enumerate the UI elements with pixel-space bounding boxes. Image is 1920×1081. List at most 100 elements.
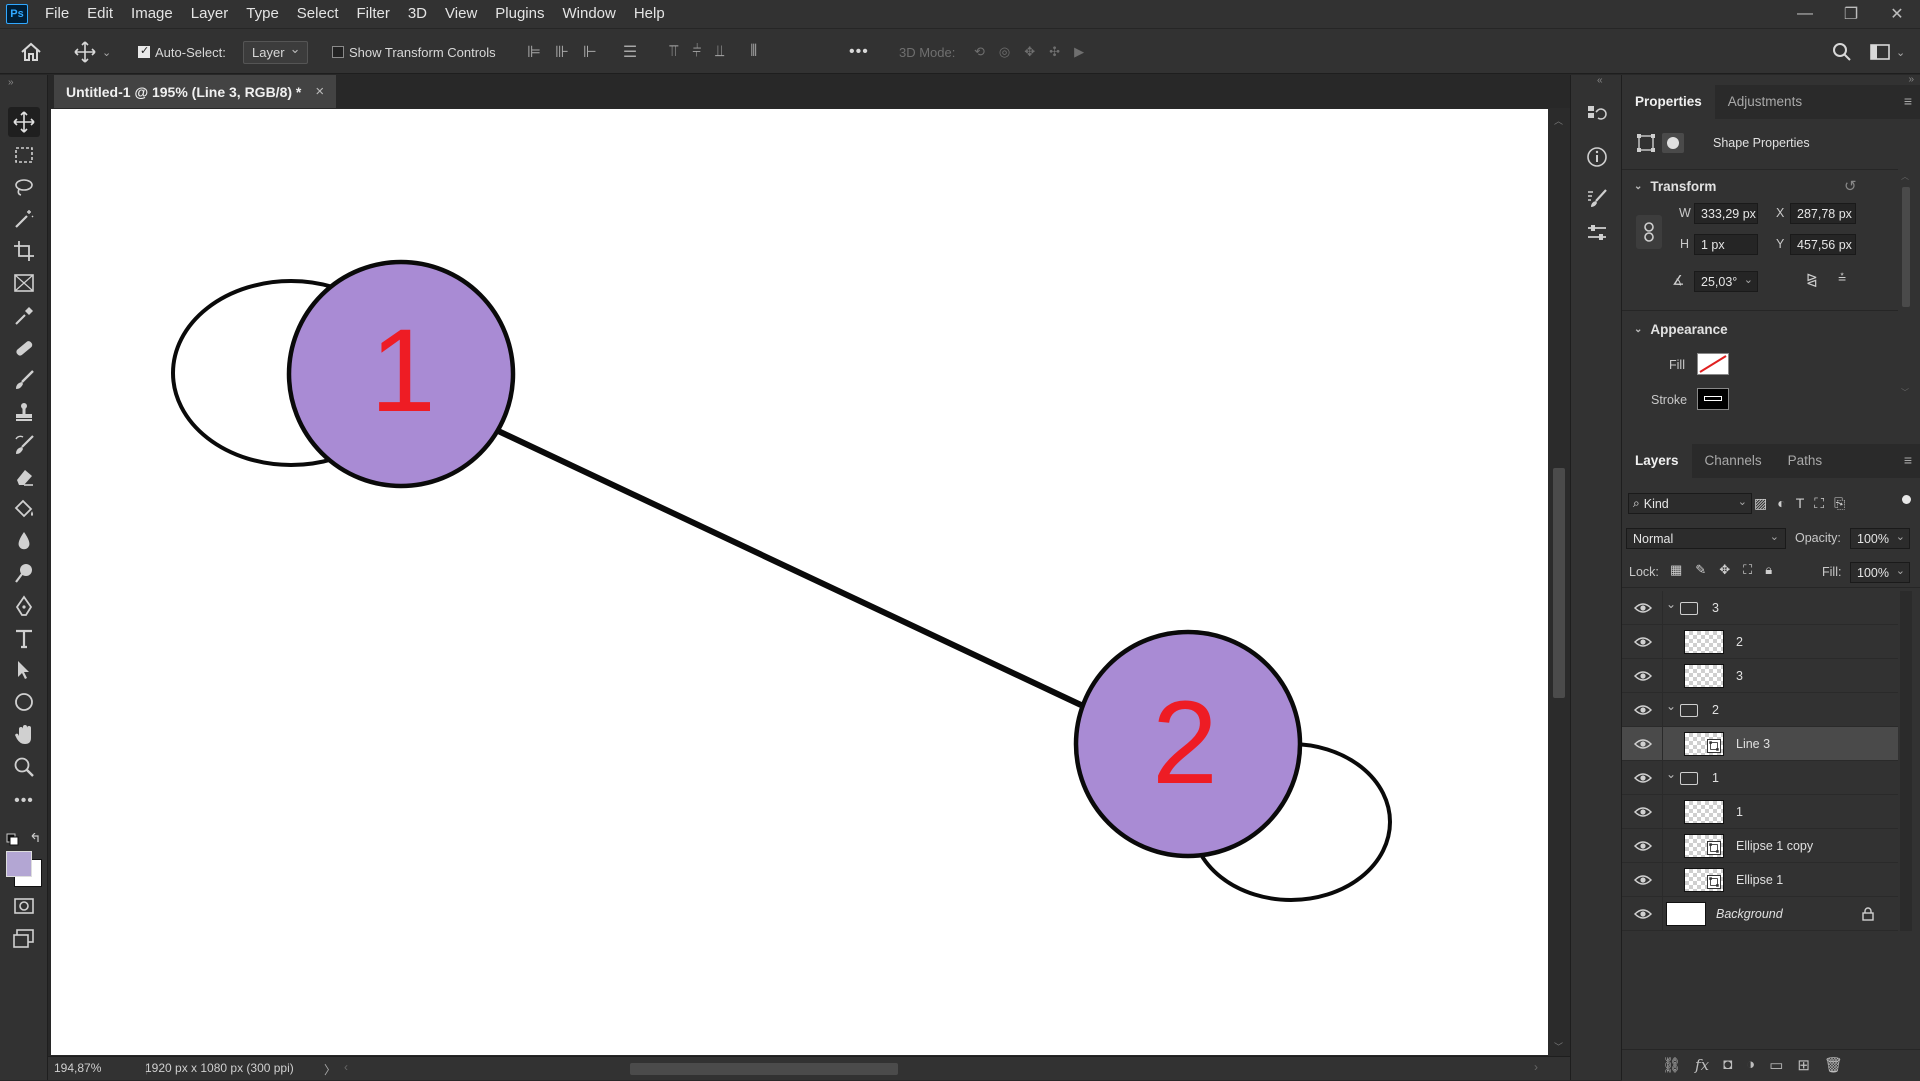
orbit-3d-icon[interactable]: ⟲ xyxy=(974,44,985,60)
menu-plugins[interactable]: Plugins xyxy=(486,0,553,28)
collapse-panels-icon[interactable]: » xyxy=(1908,74,1914,85)
move-tool-preset-icon[interactable]: ⌄ xyxy=(74,29,111,75)
group-name[interactable]: 1 xyxy=(1712,771,1719,785)
align-right-edges-icon[interactable]: ⊩ xyxy=(583,42,597,62)
clone-stamp-tool-icon[interactable] xyxy=(8,397,40,427)
menu-image[interactable]: Image xyxy=(122,0,182,28)
x-position-field[interactable]: 287,78 px xyxy=(1790,203,1856,224)
visibility-eye-icon[interactable] xyxy=(1634,839,1652,853)
auto-select-target-dropdown[interactable]: Layer xyxy=(243,40,308,64)
vector-mask-icon[interactable] xyxy=(1662,133,1684,153)
align-horizontal-centers-icon[interactable]: ⊪ xyxy=(555,42,569,62)
layer-name[interactable]: Ellipse 1 xyxy=(1736,873,1783,887)
chevron-down-icon[interactable]: ⌄ xyxy=(102,46,111,59)
transform-section-header[interactable]: ⌄ Transform xyxy=(1634,179,1716,194)
default-colors-icon[interactable] xyxy=(6,832,42,849)
menu-filter[interactable]: Filter xyxy=(348,0,399,28)
appearance-section-header[interactable]: ⌄ Appearance xyxy=(1634,322,1728,337)
visibility-eye-icon[interactable] xyxy=(1634,907,1652,921)
layer-style-fx-icon[interactable]: fx xyxy=(1695,1056,1709,1074)
hand-tool-icon[interactable] xyxy=(8,720,40,750)
layer-name[interactable]: 1 xyxy=(1736,805,1743,819)
filter-toggle-icon[interactable] xyxy=(1902,495,1911,504)
checkbox-unchecked-icon[interactable] xyxy=(332,46,344,58)
visibility-eye-icon[interactable] xyxy=(1634,805,1652,819)
adjustments-panel-icon[interactable] xyxy=(1583,219,1611,247)
align-left-edges-icon[interactable]: ⊫ xyxy=(527,42,541,62)
panel-menu-icon[interactable]: ≡ xyxy=(1904,93,1912,109)
marquee-tool-icon[interactable] xyxy=(8,140,40,170)
visibility-eye-icon[interactable] xyxy=(1634,873,1652,887)
layer-group-row[interactable]: ⌄ 3 xyxy=(1622,591,1898,625)
status-menu-arrow-icon[interactable]: 〉 xyxy=(324,1061,336,1078)
home-icon[interactable] xyxy=(20,29,42,75)
quick-mask-icon[interactable] xyxy=(8,891,40,921)
tab-layers[interactable]: Layers xyxy=(1622,444,1692,478)
document-tab[interactable]: Untitled-1 @ 195% (Line 3, RGB/8) * × xyxy=(54,75,337,108)
blend-mode-dropdown[interactable]: Normal ⌄ xyxy=(1626,528,1786,549)
scroll-up-icon[interactable]: ︿ xyxy=(1901,171,1909,182)
info-panel-icon[interactable] xyxy=(1583,143,1611,171)
align-bottom-edges-icon[interactable]: ⫫ xyxy=(715,43,724,61)
opacity-field[interactable]: 100% ⌄ xyxy=(1850,528,1910,549)
zoom-level[interactable]: 194,87% xyxy=(54,1061,101,1075)
horizontal-scroll-thumb[interactable] xyxy=(630,1063,898,1075)
distribute-vertical-icon[interactable]: ☰ xyxy=(623,42,637,62)
pan-3d-icon[interactable]: ✥ xyxy=(1024,44,1035,60)
align-vertical-centers-icon[interactable]: ⫩ xyxy=(692,43,701,61)
visibility-eye-icon[interactable] xyxy=(1634,669,1652,683)
reset-transform-icon[interactable]: ↺ xyxy=(1844,177,1857,195)
distribute-horizontal-icon[interactable]: ⫴ xyxy=(750,43,757,61)
scroll-left-icon[interactable]: ‹ xyxy=(344,1060,348,1074)
slide-3d-icon[interactable]: ✣ xyxy=(1049,44,1060,60)
move-tool-icon[interactable] xyxy=(8,107,40,137)
paint-bucket-tool-icon[interactable] xyxy=(8,494,40,524)
menu-type[interactable]: Type xyxy=(237,0,288,28)
screen-mode-icon[interactable] xyxy=(8,924,40,954)
flip-vertical-icon[interactable]: ⩮ xyxy=(1838,269,1846,286)
layer-name[interactable]: Ellipse 1 copy xyxy=(1736,839,1813,853)
scroll-up-icon[interactable]: ︿ xyxy=(1554,114,1563,127)
layer-row[interactable]: Background xyxy=(1622,897,1898,931)
layer-row[interactable]: 1 xyxy=(1622,795,1898,829)
checkbox-checked-icon[interactable] xyxy=(138,44,150,58)
brush-settings-panel-icon[interactable] xyxy=(1583,185,1611,213)
scroll-right-icon[interactable]: › xyxy=(1534,1060,1538,1074)
layer-row[interactable]: Ellipse 1 copy xyxy=(1622,829,1898,863)
frame-tool-icon[interactable] xyxy=(8,268,40,298)
y-position-field[interactable]: 457,56 px xyxy=(1790,234,1856,255)
workspace-switcher-icon[interactable]: ⌄ xyxy=(1870,29,1905,75)
roll-3d-icon[interactable]: ◎ xyxy=(999,44,1010,60)
visibility-eye-icon[interactable] xyxy=(1634,635,1652,649)
link-proportions-button[interactable] xyxy=(1636,215,1662,249)
visibility-eye-icon[interactable] xyxy=(1634,771,1652,785)
flip-horizontal-icon[interactable]: ⧎ xyxy=(1806,271,1818,288)
menu-help[interactable]: Help xyxy=(625,0,674,28)
zoom-tool-icon[interactable] xyxy=(8,752,40,782)
minimize-button[interactable]: — xyxy=(1782,0,1828,28)
menu-edit[interactable]: Edit xyxy=(78,0,122,28)
crop-tool-icon[interactable] xyxy=(8,236,40,266)
line-3-connector[interactable] xyxy=(492,426,1083,708)
search-icon[interactable] xyxy=(1832,29,1852,75)
lock-artboard-icon[interactable]: ⛶ xyxy=(1743,562,1752,578)
ellipse-tool-icon[interactable] xyxy=(8,687,40,717)
collapse-toolbar-icon[interactable]: » xyxy=(8,77,14,88)
stroke-swatch[interactable] xyxy=(1697,388,1729,410)
path-selection-tool-icon[interactable] xyxy=(8,655,40,685)
collapse-strip-icon[interactable]: « xyxy=(1597,75,1603,86)
new-group-icon[interactable]: ▭ xyxy=(1769,1056,1783,1074)
new-layer-icon[interactable]: ⊞ xyxy=(1797,1056,1810,1074)
type-tool-icon[interactable] xyxy=(8,623,40,653)
scroll-down-icon[interactable]: ﹀ xyxy=(1901,387,1909,398)
tab-paths[interactable]: Paths xyxy=(1775,444,1836,478)
live-shape-icon[interactable] xyxy=(1636,133,1656,156)
layer-group-row[interactable]: ⌄ 1 xyxy=(1622,761,1898,795)
document-canvas[interactable]: 1 2 xyxy=(51,109,1548,1055)
properties-scrollbar[interactable]: ︿ ﹀ xyxy=(1900,171,1912,401)
auto-select-checkbox[interactable]: Auto-Select: xyxy=(138,29,226,75)
eyedropper-tool-icon[interactable] xyxy=(8,301,40,331)
align-top-edges-icon[interactable]: ⫪ xyxy=(669,43,678,61)
layer-row[interactable]: Ellipse 1 xyxy=(1622,863,1898,897)
close-tab-icon[interactable]: × xyxy=(315,83,324,100)
